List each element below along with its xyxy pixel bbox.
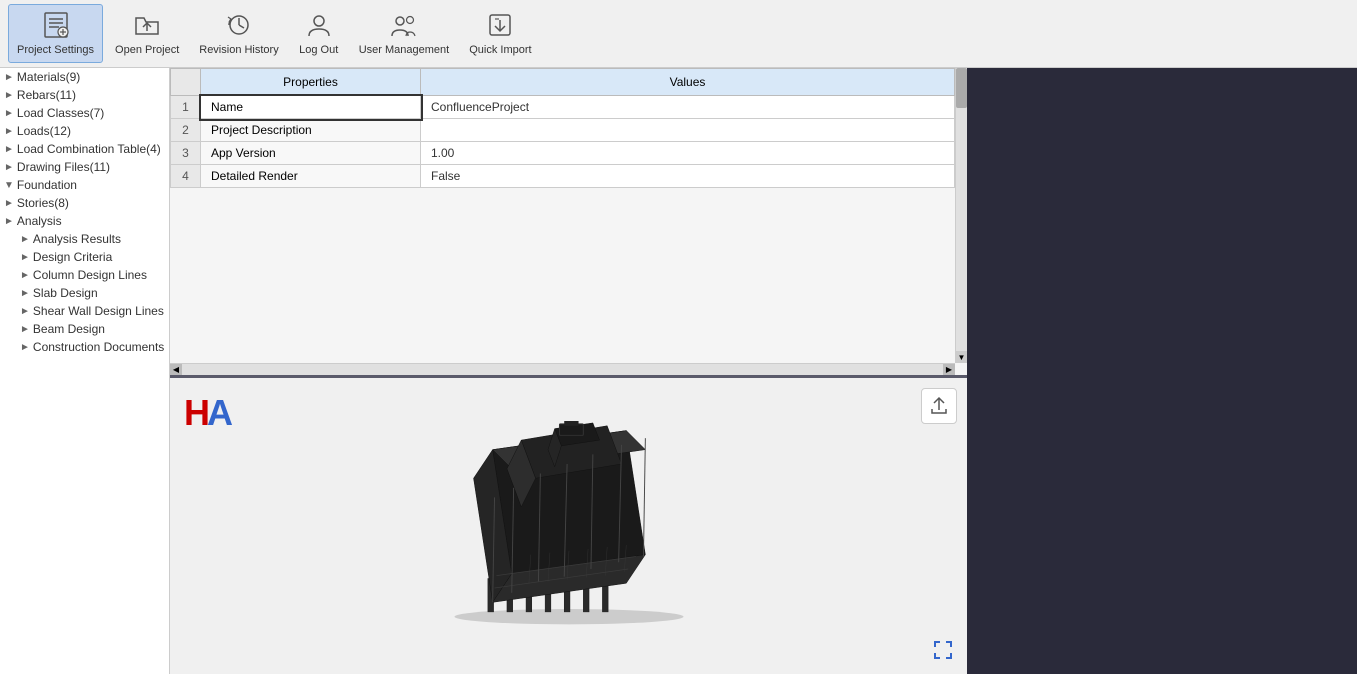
properties-table: Properties Values 1 Name ConfluenceProje…	[170, 68, 955, 188]
properties-column-header: Properties	[201, 69, 421, 96]
row-number: 4	[171, 165, 201, 188]
sidebar-item-analysis-results[interactable]: ► Analysis Results	[0, 230, 169, 248]
row-num-header	[171, 69, 201, 96]
scroll-down-btn[interactable]: ▼	[956, 351, 967, 363]
svg-text:A: A	[207, 392, 232, 430]
expand-icon: ▼	[4, 180, 14, 191]
expand-icon: ►	[4, 162, 14, 173]
expand-icon: ►	[20, 234, 30, 245]
expand-icon: ►	[4, 126, 14, 137]
table-row[interactable]: 1 Name ConfluenceProject	[171, 96, 955, 119]
sidebar: ► Materials(9) ► Rebars(11) ► Load Class…	[0, 68, 170, 674]
row-number: 3	[171, 142, 201, 165]
expand-icon: ►	[4, 216, 14, 227]
expand-icon: ►	[20, 252, 30, 263]
property-value-detailed-render[interactable]: False	[421, 165, 955, 188]
open-project-button[interactable]: Open Project	[107, 5, 187, 61]
upload-icon	[928, 395, 950, 417]
open-project-icon	[131, 9, 163, 41]
viewport-area: H A	[170, 378, 967, 674]
sidebar-item-shear-wall-design-lines[interactable]: ► Shear Wall Design Lines	[0, 302, 169, 320]
sidebar-item-load-combination-table[interactable]: ► Load Combination Table(4)	[0, 140, 169, 158]
revision-history-label: Revision History	[199, 44, 278, 57]
quick-import-button[interactable]: Quick Import	[461, 5, 539, 61]
expand-icon: ►	[20, 270, 30, 281]
sidebar-item-column-design-lines[interactable]: ► Column Design Lines	[0, 266, 169, 284]
property-name-detailed-render[interactable]: Detailed Render	[201, 165, 421, 188]
project-settings-label: Project Settings	[17, 44, 94, 57]
expand-icon: ►	[4, 198, 14, 209]
quick-import-icon	[484, 9, 516, 41]
scroll-right-btn[interactable]: ▶	[943, 364, 955, 376]
sidebar-item-beam-design[interactable]: ► Beam Design	[0, 320, 169, 338]
table-row[interactable]: 4 Detailed Render False	[171, 165, 955, 188]
property-value-name[interactable]: ConfluenceProject	[421, 96, 955, 119]
sidebar-item-materials[interactable]: ► Materials(9)	[0, 68, 169, 86]
expand-icon: ►	[20, 306, 30, 317]
revision-history-button[interactable]: Revision History	[191, 5, 286, 61]
expand-viewport-button[interactable]	[929, 636, 957, 664]
user-management-label: User Management	[359, 44, 450, 57]
vertical-scroll-thumb[interactable]	[956, 68, 967, 108]
quick-import-label: Quick Import	[469, 44, 531, 57]
sidebar-item-rebars[interactable]: ► Rebars(11)	[0, 86, 169, 104]
expand-icon	[932, 639, 954, 661]
row-number: 1	[171, 96, 201, 119]
log-out-button[interactable]: Log Out	[291, 5, 347, 61]
log-out-label: Log Out	[299, 44, 338, 57]
building-3d-model	[409, 421, 729, 631]
upload-button[interactable]	[921, 388, 957, 424]
expand-icon: ►	[4, 108, 14, 119]
values-column-header: Values	[421, 69, 955, 96]
expand-icon: ►	[20, 342, 30, 353]
sidebar-item-construction-documents[interactable]: ► Construction Documents	[0, 338, 169, 356]
property-name-app-version[interactable]: App Version	[201, 142, 421, 165]
expand-icon: ►	[4, 144, 14, 155]
expand-icon: ►	[4, 72, 14, 83]
expand-icon: ►	[20, 288, 30, 299]
vertical-scrollbar[interactable]: ▼	[955, 68, 967, 363]
open-project-label: Open Project	[115, 44, 179, 57]
main-toolbar: Project Settings Open Project Revision H…	[0, 0, 1357, 68]
table-row[interactable]: 2 Project Description	[171, 119, 955, 142]
property-name-name[interactable]: Name	[201, 96, 421, 119]
property-value-description[interactable]	[421, 119, 955, 142]
sidebar-item-drawing-files[interactable]: ► Drawing Files(11)	[0, 158, 169, 176]
project-settings-icon	[40, 9, 72, 41]
row-number: 2	[171, 119, 201, 142]
project-settings-button[interactable]: Project Settings	[8, 4, 103, 62]
scroll-left-btn[interactable]: ◀	[170, 364, 182, 376]
horizontal-scroll-thumb	[182, 366, 943, 374]
logo-icon: H A	[182, 390, 232, 430]
revision-history-icon	[223, 9, 255, 41]
property-value-app-version[interactable]: 1.00	[421, 142, 955, 165]
properties-scroll[interactable]: Properties Values 1 Name ConfluenceProje…	[170, 68, 955, 363]
expand-icon: ►	[20, 324, 30, 335]
user-management-button[interactable]: User Management	[351, 5, 458, 61]
sidebar-item-design-criteria[interactable]: ► Design Criteria	[0, 248, 169, 266]
table-row[interactable]: 3 App Version 1.00	[171, 142, 955, 165]
sidebar-item-load-classes[interactable]: ► Load Classes(7)	[0, 104, 169, 122]
user-management-icon	[388, 9, 420, 41]
sidebar-item-foundation[interactable]: ▼ Foundation	[0, 176, 169, 194]
expand-icon: ►	[4, 90, 14, 101]
log-out-icon	[303, 9, 335, 41]
app-logo: H A	[182, 390, 232, 430]
right-dark-panel	[967, 68, 1357, 674]
horizontal-scrollbar[interactable]: ◀ ▶	[170, 363, 955, 375]
properties-area: Properties Values 1 Name ConfluenceProje…	[170, 68, 967, 378]
sidebar-item-loads[interactable]: ► Loads(12)	[0, 122, 169, 140]
sidebar-item-analysis[interactable]: ► Analysis	[0, 212, 169, 230]
main-area: ► Materials(9) ► Rebars(11) ► Load Class…	[0, 68, 1357, 674]
building-svg	[409, 421, 729, 631]
right-panel: Properties Values 1 Name ConfluenceProje…	[170, 68, 967, 674]
sidebar-item-slab-design[interactable]: ► Slab Design	[0, 284, 169, 302]
sidebar-item-stories[interactable]: ► Stories(8)	[0, 194, 169, 212]
property-name-description[interactable]: Project Description	[201, 119, 421, 142]
